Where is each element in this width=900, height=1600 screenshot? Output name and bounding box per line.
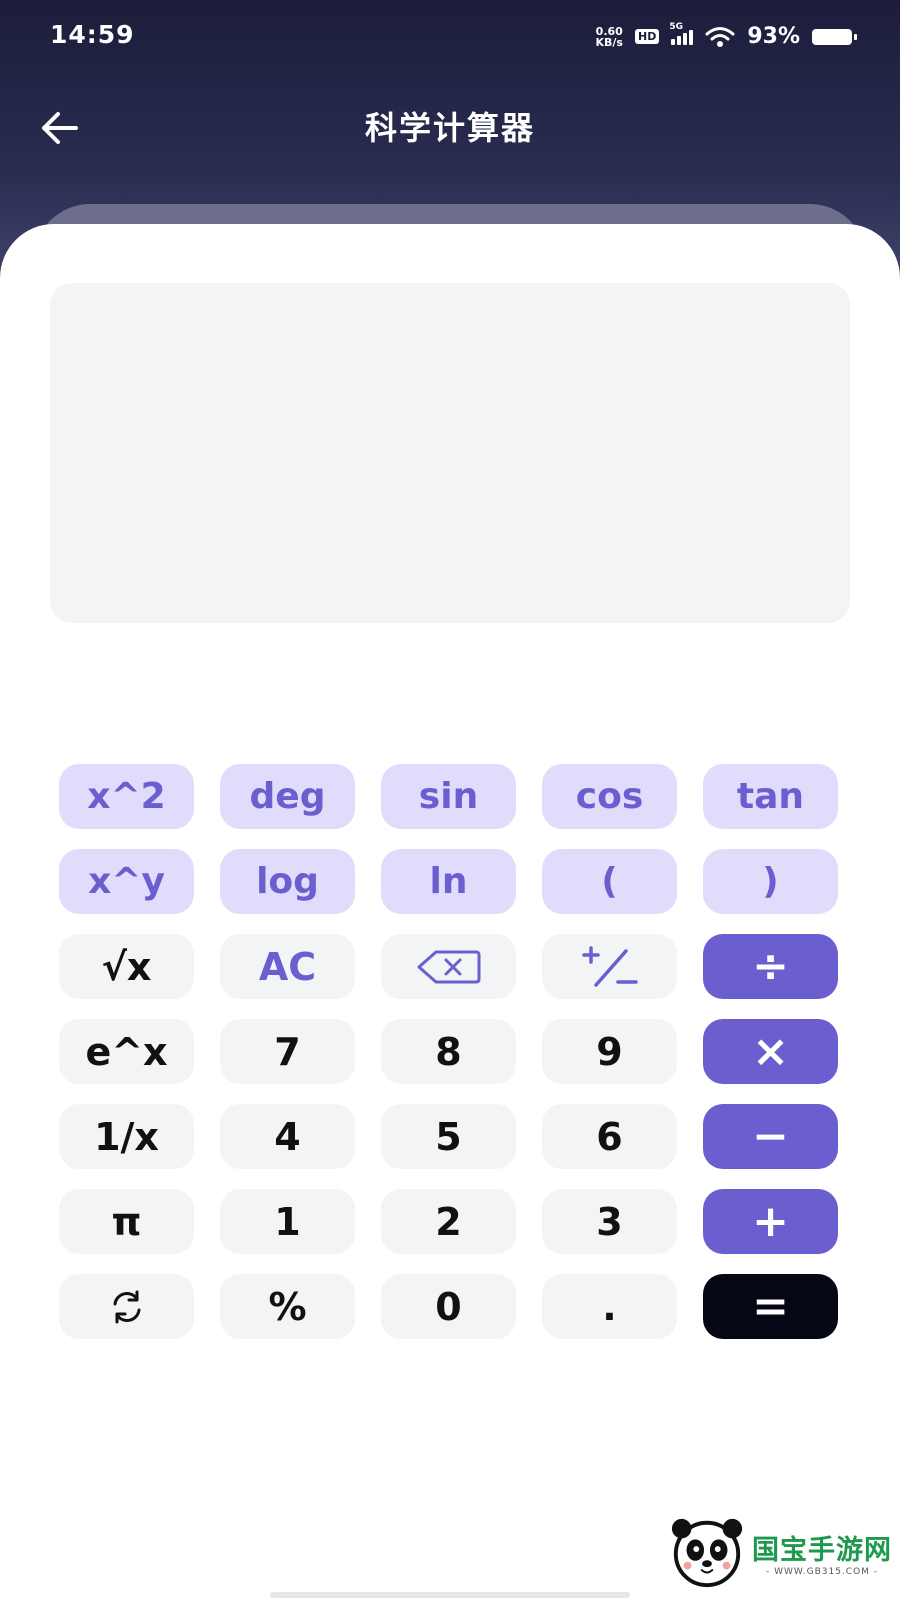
key-2[interactable]: 2 [381, 1189, 516, 1254]
key-9[interactable]: 9 [542, 1019, 677, 1084]
key-backspace[interactable] [381, 934, 516, 999]
hd-icon: HD [634, 29, 660, 44]
key-log[interactable]: log [220, 849, 355, 914]
key-percent[interactable]: % [220, 1274, 355, 1339]
key-multiply[interactable]: × [703, 1019, 838, 1084]
watermark-text: 国宝手游网 - WWW.GB315.COM - [752, 1528, 892, 1577]
network-type: 5G [669, 22, 683, 32]
key-tan[interactable]: tan [703, 764, 838, 829]
key-ln[interactable]: ln [381, 849, 516, 914]
battery-icon [812, 28, 857, 45]
key-minus[interactable]: − [703, 1104, 838, 1169]
rotate-icon [113, 1290, 140, 1323]
key-close-paren[interactable]: ) [703, 849, 838, 914]
network-speed-unit: KB/s [595, 35, 623, 49]
key-pi[interactable]: π [59, 1189, 194, 1254]
key-plus[interactable]: + [703, 1189, 838, 1254]
key-8[interactable]: 8 [381, 1019, 516, 1084]
network-speed: 0.60 KB/s [596, 26, 623, 48]
key-rotate[interactable] [59, 1274, 194, 1339]
key-sin[interactable]: sin [381, 764, 516, 829]
key-plus-minus[interactable] [542, 934, 677, 999]
watermark: 国宝手游网 - WWW.GB315.COM - [648, 1504, 900, 1600]
watermark-url: - WWW.GB315.COM - [765, 1566, 879, 1577]
key-all-clear[interactable]: AC [220, 934, 355, 999]
key-divide[interactable]: ÷ [703, 934, 838, 999]
key-6[interactable]: 6 [542, 1104, 677, 1169]
status-bar: 14:59 0.60 KB/s HD 5G 93% [0, 0, 900, 76]
wifi-icon [705, 26, 735, 47]
key-0[interactable]: 0 [381, 1274, 516, 1339]
panda-logo-icon [671, 1518, 743, 1588]
key-reciprocal[interactable]: 1/x [59, 1104, 194, 1169]
key-7[interactable]: 7 [220, 1019, 355, 1084]
key-power[interactable]: x^y [59, 849, 194, 914]
watermark-name: 国宝手游网 [752, 1534, 892, 1566]
cellular-signal-icon: 5G [669, 22, 694, 45]
key-decimal[interactable]: . [542, 1274, 677, 1339]
home-indicator[interactable] [270, 1592, 630, 1598]
status-icons: 0.60 KB/s HD 5G 93% [596, 22, 857, 49]
key-1[interactable]: 1 [220, 1189, 355, 1254]
network-speed-value: 0.60 [595, 24, 623, 38]
key-square[interactable]: x^2 [59, 764, 194, 829]
key-exp[interactable]: e^x [59, 1019, 194, 1084]
page-title: 科学计算器 [364, 109, 535, 147]
backspace-icon [417, 950, 480, 983]
key-3[interactable]: 3 [542, 1189, 677, 1254]
key-cos[interactable]: cos [542, 764, 677, 829]
keypad: x^2 deg sin cos tan x^y log ln ( ) √x AC… [59, 764, 841, 1339]
key-open-paren[interactable]: ( [542, 849, 677, 914]
calculator-display [50, 283, 850, 623]
key-5[interactable]: 5 [381, 1104, 516, 1169]
key-4[interactable]: 4 [220, 1104, 355, 1169]
battery-percent: 93% [747, 24, 800, 49]
plus-minus-icon [581, 945, 638, 987]
status-time: 14:59 [50, 20, 135, 49]
key-equals[interactable]: = [703, 1274, 838, 1339]
key-sqrt[interactable]: √x [59, 934, 194, 999]
key-deg[interactable]: deg [220, 764, 355, 829]
